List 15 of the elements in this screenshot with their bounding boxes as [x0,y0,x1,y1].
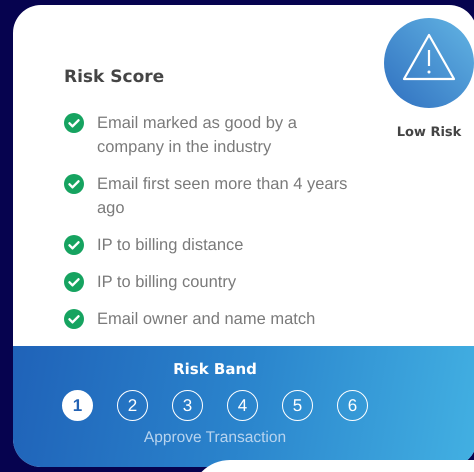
band-number: 1 [62,390,93,421]
band-number: 3 [172,390,203,421]
band-title: Risk Band [173,360,257,378]
check-text: Email owner and name match [97,309,316,330]
card-title: Risk Score [64,67,166,87]
band-number: 5 [282,390,313,421]
risk-level-label: Low Risk [396,125,462,140]
check-text: IP to billing country [97,272,236,293]
band-number: 6 [337,390,368,421]
band-number: 4 [227,390,258,421]
check-text: IP to billing distance [97,235,244,256]
check-text: Email first seen more than 4 years ago [97,174,348,219]
band-number: 2 [117,390,148,421]
check-text: Email marked as good by a company in the industry [97,113,298,158]
band-caption: Approve Transaction [144,429,286,447]
